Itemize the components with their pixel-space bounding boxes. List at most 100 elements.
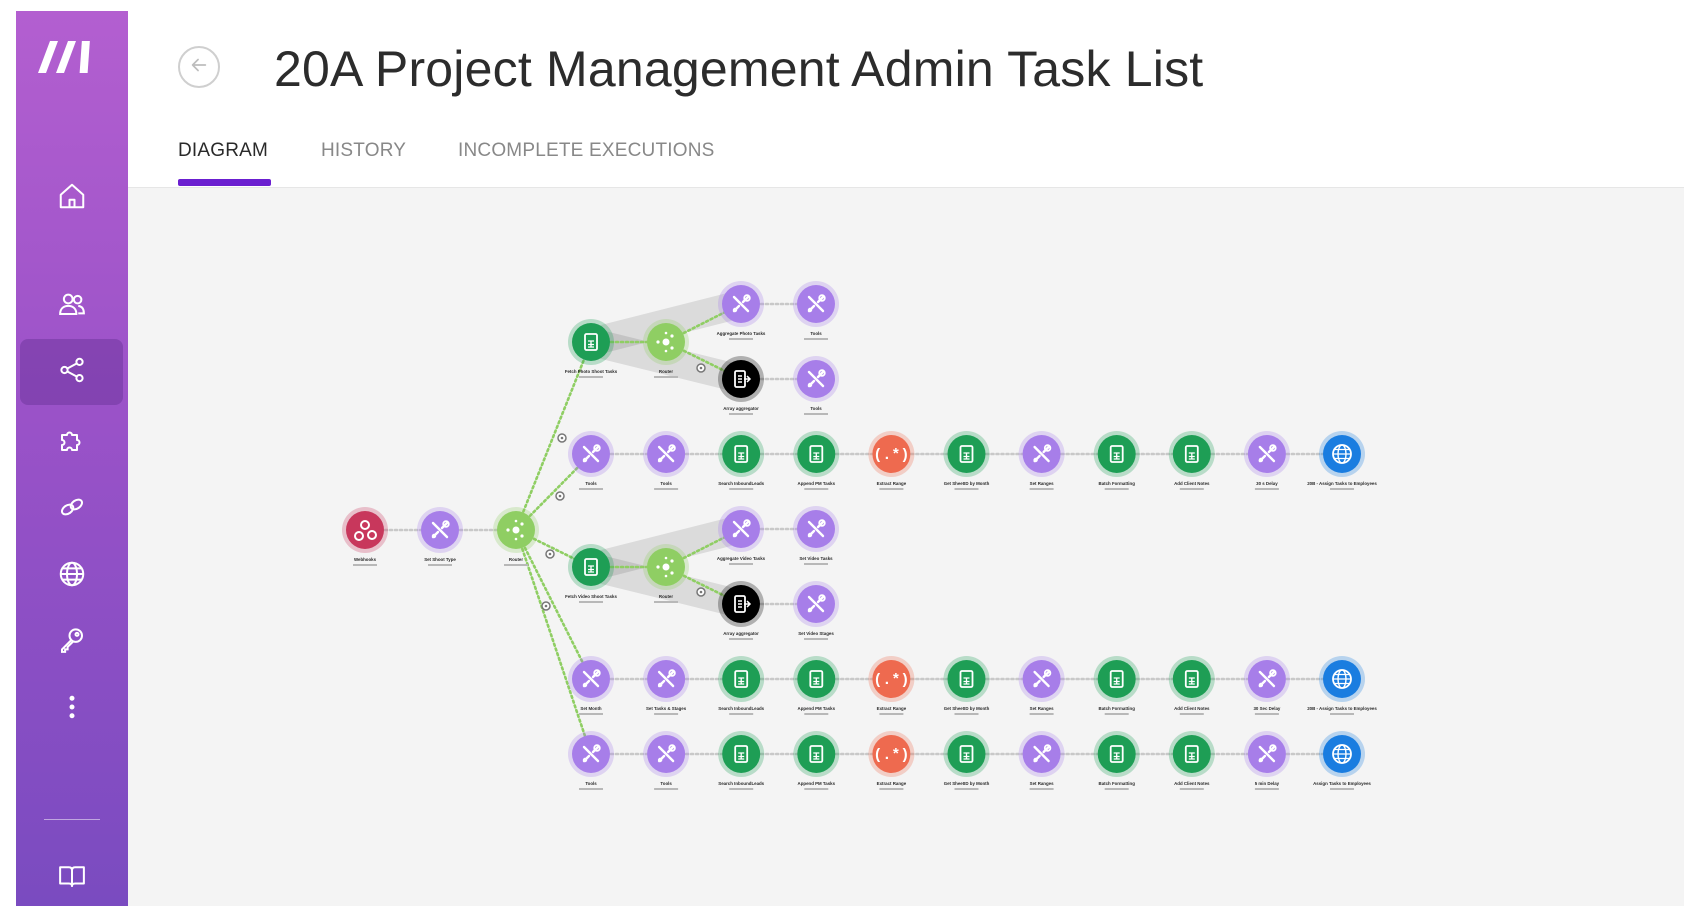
filter-icon[interactable]	[557, 433, 567, 443]
module-add-client-notes[interactable]: Add Client Notes	[1168, 656, 1215, 715]
filter-icon[interactable]	[696, 363, 706, 373]
module-batch-formatting[interactable]: Batch Formatting	[1093, 656, 1140, 715]
home-icon	[57, 181, 87, 216]
module-sublabel	[654, 376, 678, 378]
module-router[interactable]: Router	[493, 507, 539, 566]
sidebar-item-connections[interactable]	[20, 476, 123, 542]
module-label: Set Shoot Type	[424, 557, 456, 562]
module-20b-assign-tasks-to-employees[interactable]: 20B - Assign Tasks to Employees	[1307, 656, 1377, 715]
module-20b-assign-tasks-to-employees[interactable]: 20B - Assign Tasks to Employees	[1307, 431, 1377, 490]
arrow-left-icon	[188, 54, 210, 81]
module-sublabel	[954, 788, 979, 790]
module-sublabel	[804, 488, 829, 490]
module-aggregate-photo-tasks[interactable]: Aggregate Photo Tasks	[717, 281, 766, 340]
regexp-glyph-icon	[873, 672, 910, 689]
module-sublabel	[654, 488, 679, 490]
module-tools[interactable]: Tools	[568, 731, 614, 790]
module-add-client-notes[interactable]: Add Client Notes	[1168, 431, 1215, 490]
module-sublabel	[729, 413, 753, 415]
module-set-video-stages[interactable]: Set Video Stages	[793, 581, 839, 640]
module-sublabel	[504, 564, 528, 566]
module-sublabel	[804, 413, 828, 415]
module-label: Aggregate Video Tasks	[717, 556, 766, 561]
make-logo-icon[interactable]	[36, 39, 108, 75]
module-extract-range[interactable]: Extract Range	[868, 431, 915, 490]
diagram-canvas[interactable]: (.*) WebhooksSet Shoot TypeRouterFetch P…	[128, 188, 1684, 906]
module-label: Set Video Tasks	[799, 556, 833, 561]
module-set-video-tasks[interactable]: Set Video Tasks	[793, 506, 839, 565]
module-get-sheetid-by-month[interactable]: Get SheetID by Month	[943, 656, 990, 715]
module-label: Webhooks	[354, 557, 377, 562]
filter-icon[interactable]	[545, 549, 555, 559]
scenario-diagram[interactable]: (.*) WebhooksSet Shoot TypeRouterFetch P…	[128, 188, 1684, 906]
module-sublabel	[879, 713, 904, 715]
module-label: Append PM Tasks	[798, 706, 836, 711]
module-extract-range[interactable]: Extract Range	[868, 656, 915, 715]
filter-icon[interactable]	[696, 587, 706, 597]
module-tools[interactable]: Tools	[793, 281, 839, 340]
module-search-inboundleads[interactable]: Search InboundLeads	[718, 731, 765, 790]
module-assign-tasks-to-employees[interactable]: Assign Tasks to Employees	[1313, 731, 1371, 790]
module-label: Get SheetID by Month	[944, 706, 990, 711]
module-label: Get SheetID by Month	[944, 781, 990, 786]
module-array-aggregator[interactable]: Array aggregator	[718, 581, 764, 640]
module-batch-formatting[interactable]: Batch Formatting	[1093, 731, 1140, 790]
sidebar-divider	[44, 819, 100, 820]
module-label: Router	[509, 557, 523, 562]
module-append-pm-tasks[interactable]: Append PM Tasks	[793, 431, 840, 490]
module-label: Router	[659, 369, 673, 374]
module-set-ranges[interactable]: Set Ranges	[1018, 731, 1065, 790]
module-append-pm-tasks[interactable]: Append PM Tasks	[793, 731, 840, 790]
diagram-modules: Webhooks Set Shoot Type Router Fetch Photo …	[342, 281, 1377, 790]
tab-history[interactable]: HISTORY	[321, 140, 406, 162]
module-tools[interactable]: Tools	[568, 431, 614, 490]
module-tools[interactable]: Tools	[643, 731, 690, 790]
module-set-ranges[interactable]: Set Ranges	[1018, 431, 1065, 490]
module-30-sec-delay[interactable]: 30 Sec Delay	[1243, 656, 1290, 715]
key-icon	[57, 625, 87, 660]
module-batch-formatting[interactable]: Batch Formatting	[1093, 431, 1140, 490]
module-tools[interactable]: Tools	[793, 356, 839, 415]
filter-icon[interactable]	[555, 491, 565, 501]
sidebar-item-templates[interactable]	[20, 409, 123, 475]
module-sublabel	[654, 713, 679, 715]
module-tools[interactable]: Tools	[643, 431, 690, 490]
module-array-aggregator[interactable]: Array aggregator	[718, 356, 764, 415]
module-search-inboundleads[interactable]: Search InboundLeads	[718, 431, 765, 490]
module-add-client-notes[interactable]: Add Client Notes	[1168, 731, 1215, 790]
sidebar-item-webhooks[interactable]	[20, 543, 123, 609]
module-label: Add Client Notes	[1174, 481, 1210, 486]
sidebar-item-scenarios[interactable]	[20, 339, 123, 405]
module-set-shoot-type[interactable]: Set Shoot Type	[417, 507, 463, 566]
module-sublabel	[353, 564, 377, 566]
sidebar-item-team[interactable]	[20, 273, 123, 339]
module-sublabel	[1104, 788, 1129, 790]
module-webhooks[interactable]: Webhooks	[342, 507, 388, 566]
module-label: Get SheetID by Month	[944, 481, 990, 486]
module-set-ranges[interactable]: Set Ranges	[1018, 656, 1065, 715]
module-append-pm-tasks[interactable]: Append PM Tasks	[793, 656, 840, 715]
module-sublabel	[579, 713, 603, 715]
module-search-inboundleads[interactable]: Search InboundLeads	[718, 656, 765, 715]
globe-icon	[57, 559, 87, 594]
module-label: Router	[659, 594, 673, 599]
module-set-tasks-stages[interactable]: Set Tasks & Stages	[643, 656, 690, 715]
module-30-s-delay[interactable]: 30 s Delay	[1243, 431, 1290, 490]
tab-diagram[interactable]: DIAGRAM	[178, 140, 268, 162]
module-aggregate-video-tasks[interactable]: Aggregate Video Tasks	[717, 506, 766, 565]
module-extract-range[interactable]: Extract Range	[868, 731, 915, 790]
sidebar-item-more[interactable]	[20, 676, 123, 742]
sidebar-item-docs[interactable]	[20, 845, 123, 911]
module-get-sheetid-by-month[interactable]: Get SheetID by Month	[943, 731, 990, 790]
module-sublabel	[1104, 713, 1129, 715]
module-label: Set Tasks & Stages	[646, 706, 687, 711]
module-label: Assign Tasks to Employees	[1313, 781, 1371, 786]
regexp-glyph-icon	[873, 447, 910, 464]
filter-icon[interactable]	[541, 601, 551, 611]
sidebar-item-home[interactable]	[20, 165, 123, 231]
tab-incomplete-executions[interactable]: INCOMPLETE EXECUTIONS	[458, 140, 715, 162]
module-get-sheetid-by-month[interactable]: Get SheetID by Month	[943, 431, 990, 490]
back-button[interactable]	[178, 46, 220, 88]
sidebar-item-keys[interactable]	[20, 609, 123, 675]
module-5-min-delay[interactable]: 5 min Delay	[1243, 731, 1290, 790]
